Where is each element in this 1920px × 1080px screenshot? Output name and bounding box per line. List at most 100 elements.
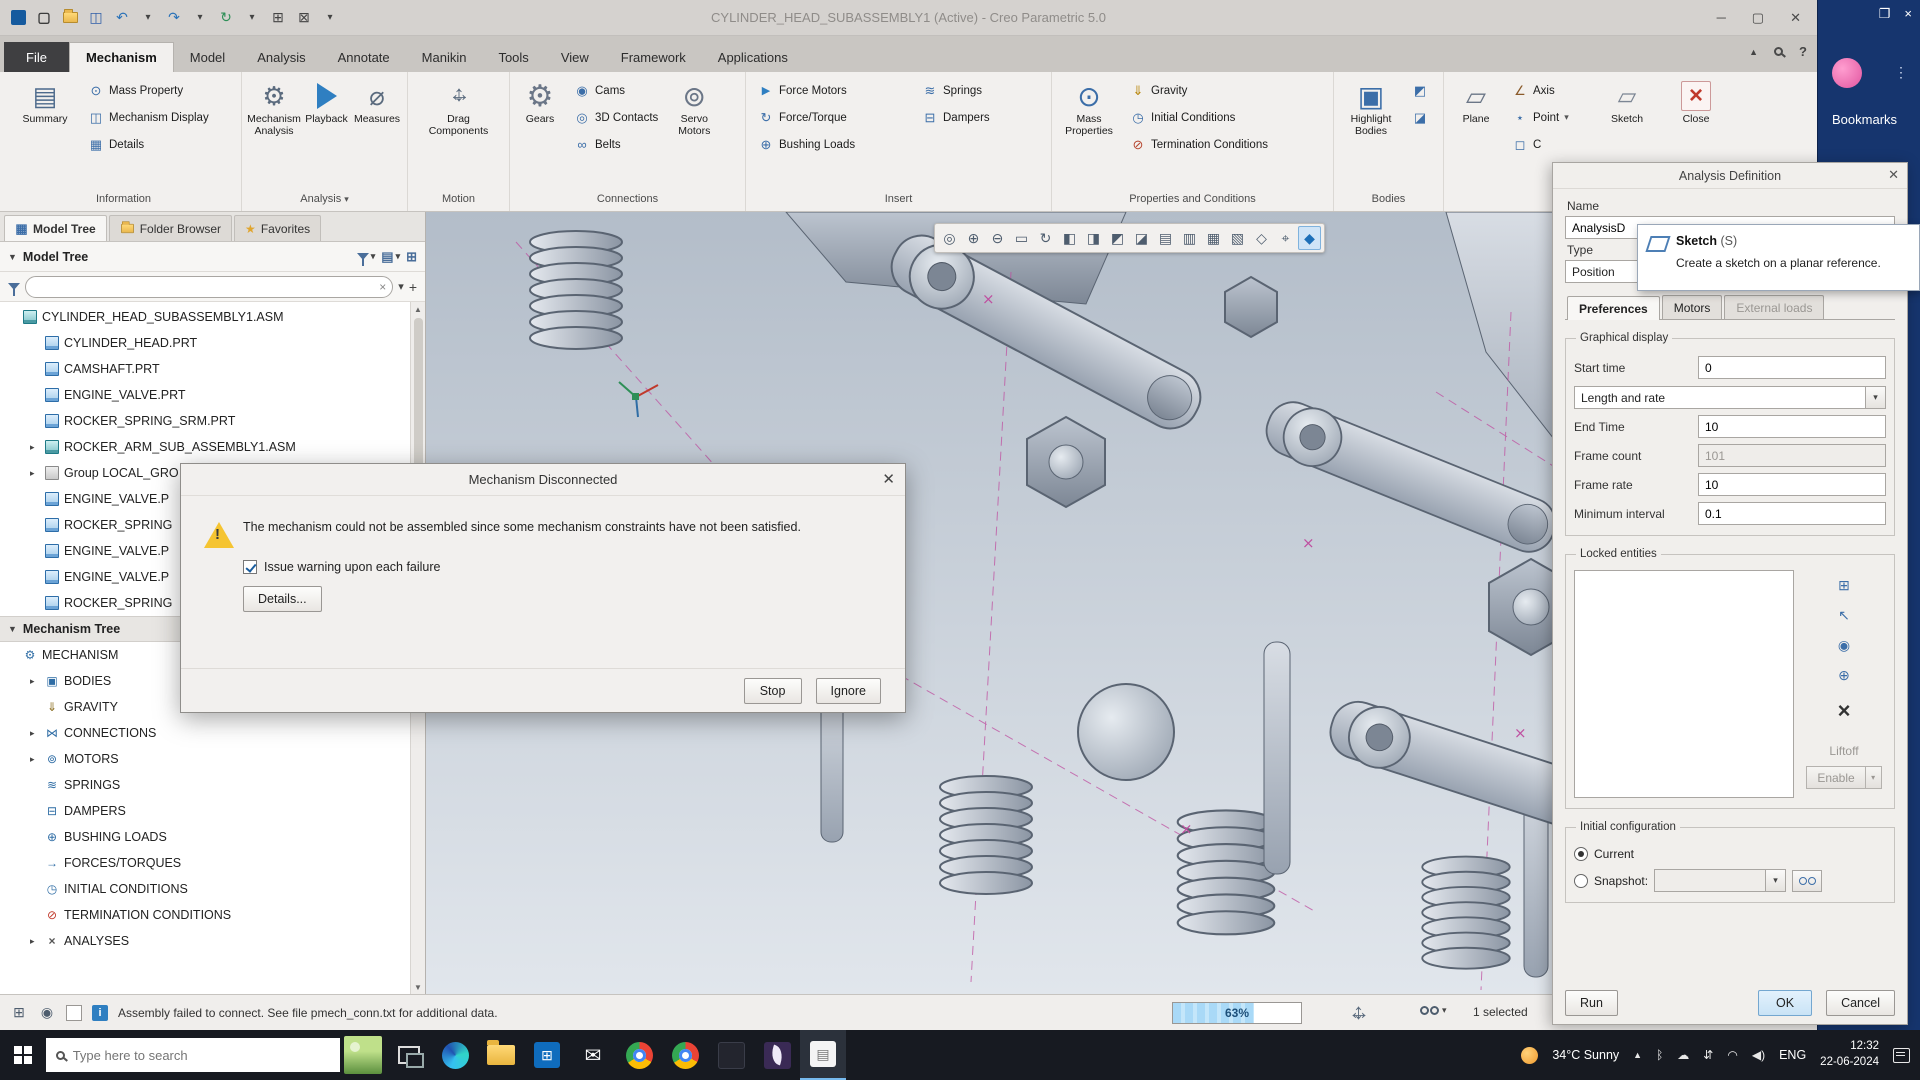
termination-conditions-button[interactable]: Termination Conditions bbox=[1124, 132, 1274, 157]
tab-favorites[interactable]: ★ Favorites bbox=[234, 215, 322, 241]
browser-bookmarks-label[interactable]: Bookmarks bbox=[1832, 112, 1897, 127]
menu-tab[interactable]: Annotate bbox=[322, 42, 406, 72]
mechanism-display-button[interactable]: Mechanism Display bbox=[82, 105, 215, 130]
cams-button[interactable]: Cams bbox=[568, 78, 664, 103]
mechanism-tree-row[interactable]: TERMINATION CONDITIONS bbox=[0, 902, 425, 928]
mechanism-tree-row[interactable]: FORCES/TORQUES bbox=[0, 850, 425, 876]
web-browser-toggle-icon[interactable]: ◉ bbox=[38, 1004, 56, 1022]
cloud-icon[interactable]: ☁ bbox=[1677, 1048, 1689, 1062]
coord-system-button[interactable]: C bbox=[1506, 132, 1575, 157]
force-torque-button[interactable]: Force/Torque bbox=[752, 105, 912, 130]
weather-widget-icon[interactable] bbox=[340, 1030, 386, 1080]
run-button[interactable]: Run bbox=[1565, 990, 1618, 1016]
csys-display-icon[interactable]: ◇ bbox=[1250, 226, 1273, 250]
stop-button[interactable]: Stop bbox=[743, 677, 802, 704]
network-icon[interactable]: ⇵ bbox=[1703, 1048, 1713, 1062]
help-icon[interactable]: ? bbox=[1799, 44, 1807, 59]
weather-text[interactable]: 34°C Sunny bbox=[1552, 1048, 1619, 1062]
panel-tab[interactable]: Preferences bbox=[1567, 296, 1660, 320]
mass-property-button[interactable]: Mass Property bbox=[82, 78, 215, 103]
chrome-icon-2[interactable] bbox=[662, 1030, 708, 1080]
menu-tab[interactable]: Analysis bbox=[241, 42, 321, 72]
collapse-ribbon-icon[interactable]: ▲ bbox=[1749, 47, 1758, 57]
zoom-out-icon[interactable]: ⊖ bbox=[986, 226, 1009, 250]
start-time-input[interactable] bbox=[1698, 356, 1886, 379]
search-icon[interactable] bbox=[1774, 47, 1784, 56]
shading-icon[interactable]: ◨ bbox=[1082, 226, 1105, 250]
regenerate-dropdown-icon[interactable] bbox=[244, 9, 260, 27]
mechanism-analysis-button[interactable]: Mechanism Analysis bbox=[247, 76, 301, 140]
force-motors-button[interactable]: Force Motors bbox=[752, 78, 912, 103]
3d-contacts-button[interactable]: 3D Contacts bbox=[568, 105, 664, 130]
regenerate-icon[interactable] bbox=[218, 9, 234, 27]
ok-button[interactable]: OK bbox=[1758, 990, 1813, 1016]
mechanism-tree-row[interactable]: CONNECTIONS bbox=[0, 720, 425, 746]
model-tree-row[interactable]: CAMSHAFT.PRT bbox=[0, 356, 425, 382]
measures-button[interactable]: Measures bbox=[353, 76, 401, 140]
gravity-button[interactable]: Gravity bbox=[1124, 78, 1274, 103]
spin-center-icon[interactable]: ⌖ bbox=[1274, 226, 1297, 250]
taskbar-search-input[interactable] bbox=[46, 1038, 340, 1072]
undo-dropdown-icon[interactable] bbox=[140, 9, 156, 27]
edge-icon[interactable] bbox=[432, 1030, 478, 1080]
sketch-button[interactable]: Sketch bbox=[1600, 76, 1654, 140]
menu-tab[interactable]: File bbox=[4, 42, 69, 72]
zoom-in-icon[interactable]: ⊕ bbox=[962, 226, 985, 250]
model-tree-row[interactable]: CYLINDER_HEAD.PRT bbox=[0, 330, 425, 356]
mechanism-tree-row[interactable]: MOTORS bbox=[0, 746, 425, 772]
weather-sun-icon[interactable] bbox=[1521, 1046, 1539, 1064]
panel-close-icon[interactable]: ✕ bbox=[1888, 167, 1899, 183]
gears-button[interactable]: Gears bbox=[516, 76, 564, 140]
end-time-input[interactable] bbox=[1698, 415, 1886, 438]
language-indicator[interactable]: ENG bbox=[1779, 1048, 1806, 1062]
find-icon[interactable]: ▾ bbox=[1420, 1005, 1447, 1016]
redo-icon[interactable] bbox=[166, 9, 182, 27]
model-tree-row[interactable]: ROCKER_ARM_SUB_ASSEMBLY1.ASM bbox=[0, 434, 425, 460]
start-button[interactable] bbox=[0, 1030, 46, 1080]
point-button[interactable]: Point bbox=[1506, 105, 1575, 130]
details-button[interactable]: Details bbox=[82, 132, 215, 157]
lock-bodies-icon[interactable]: ⊞ bbox=[1832, 574, 1856, 596]
lock-orientation-icon[interactable]: ◉ bbox=[1832, 634, 1856, 656]
lock-enable-icon[interactable]: ⊕ bbox=[1832, 664, 1856, 686]
clock[interactable]: 12:32 22-06-2024 bbox=[1820, 1039, 1879, 1070]
mechanism-tree-row[interactable]: ANALYSES bbox=[0, 928, 425, 954]
close-window-icon[interactable] bbox=[296, 9, 312, 27]
open-file-icon[interactable] bbox=[62, 9, 78, 27]
mechanism-tree-row[interactable]: DAMPERS bbox=[0, 798, 425, 824]
no-hidden-icon[interactable]: ◩ bbox=[1106, 226, 1129, 250]
duration-mode-select[interactable]: Length and rate bbox=[1574, 386, 1886, 409]
tree-search-input[interactable]: × bbox=[25, 275, 394, 298]
dark-app-icon[interactable] bbox=[708, 1030, 754, 1080]
issue-warning-checkbox[interactable] bbox=[243, 560, 257, 574]
tree-columns-icon[interactable]: ⊞ bbox=[406, 249, 417, 265]
task-view-icon[interactable] bbox=[386, 1030, 432, 1080]
servo-motors-button[interactable]: Servo Motors bbox=[668, 76, 720, 140]
model-tree-row[interactable]: ENGINE_VALVE.PRT bbox=[0, 382, 425, 408]
datum-plane-display-icon[interactable]: ▥ bbox=[1178, 226, 1201, 250]
highlight-bodies-button[interactable]: Highlight Bodies bbox=[1340, 76, 1402, 140]
body-tool-1-button[interactable] bbox=[1406, 78, 1434, 103]
cancel-button[interactable]: Cancel bbox=[1826, 990, 1895, 1016]
summary-button[interactable]: Summary bbox=[12, 76, 78, 140]
new-file-icon[interactable] bbox=[36, 9, 52, 27]
current-radio[interactable] bbox=[1574, 847, 1588, 861]
datum-point-display-icon[interactable]: ▧ bbox=[1226, 226, 1249, 250]
mechanism-tree-row[interactable]: BUSHING LOADS bbox=[0, 824, 425, 850]
close-icon[interactable]: ✕ bbox=[1790, 10, 1801, 26]
initial-conditions-button[interactable]: Initial Conditions bbox=[1124, 105, 1274, 130]
search-options-icon[interactable]: ▾ bbox=[398, 280, 404, 293]
mechanism-tree-row[interactable]: INITIAL CONDITIONS bbox=[0, 876, 425, 902]
menu-tab[interactable]: View bbox=[545, 42, 605, 72]
wifi-icon[interactable]: ◠ bbox=[1727, 1048, 1737, 1062]
delete-locked-icon[interactable]: × bbox=[1832, 698, 1856, 723]
tree-display-options-icon[interactable]: ▤ ▾ bbox=[381, 249, 400, 265]
details-button[interactable]: Details... bbox=[243, 586, 322, 612]
belts-button[interactable]: Belts bbox=[568, 132, 664, 157]
add-filter-icon[interactable]: + bbox=[409, 279, 417, 295]
customize-toolbar-icon[interactable] bbox=[322, 9, 338, 27]
mass-properties-button[interactable]: Mass Properties bbox=[1058, 76, 1120, 140]
file-explorer-icon[interactable] bbox=[478, 1030, 524, 1080]
store-icon[interactable]: ⊞ bbox=[524, 1030, 570, 1080]
refit-icon[interactable]: ▭ bbox=[1010, 226, 1033, 250]
